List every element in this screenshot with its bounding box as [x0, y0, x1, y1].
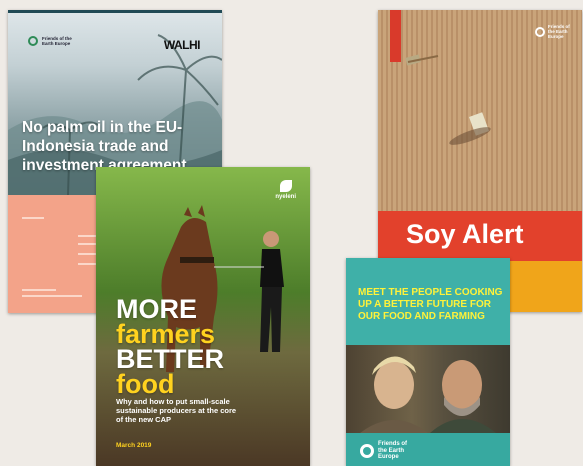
text-line: [22, 289, 56, 291]
text-line: [22, 295, 82, 297]
publication-date: March 2019: [116, 442, 152, 449]
red-title-band: Soy Alert: [378, 211, 582, 261]
foe-ring-icon: [28, 36, 38, 46]
foe-logo-text: Friends of the Earth Europe: [548, 24, 570, 39]
foe-ring-icon: [360, 443, 374, 458]
nyeleni-logo: nyeleni: [275, 180, 296, 200]
tractor-illustration: [405, 54, 491, 145]
people-portrait-illustration: [360, 356, 496, 433]
friends-of-the-earth-logo: Friends of the Earth Europe: [535, 24, 574, 39]
meet-the-people-report-cover[interactable]: MEET THE PEOPLE COOKING UP A BETTER FUTU…: [346, 258, 510, 466]
nyeleni-logo-text: nyeleni: [275, 194, 296, 200]
friends-of-the-earth-logo: Friends of the Earth Europe: [28, 36, 72, 46]
red-tab: [390, 10, 401, 62]
friends-of-the-earth-logo: Friends of the Earth Europe: [360, 441, 416, 461]
two-people-photo: [346, 345, 510, 433]
walhi-logo: WALHI: [163, 38, 201, 52]
more-farmers-title: MORE farmers BETTER food: [116, 296, 224, 399]
title-line-food: food: [116, 369, 175, 399]
text-line: [22, 217, 44, 219]
top-bar: [8, 10, 222, 13]
soy-alert-title: Soy Alert: [406, 219, 524, 249]
foe-ring-icon: [535, 26, 545, 37]
foe-logo-text: Friends of the Earth Europe: [42, 36, 72, 46]
more-farmers-report-cover[interactable]: nyeleni MORE farmers BETTER food Why and…: [96, 167, 310, 466]
more-farmers-subtitle: Why and how to put small-scale sustainab…: [116, 397, 237, 424]
foe-logo-text: Friends of the Earth Europe: [378, 441, 408, 460]
field-aerial-photo: [378, 10, 582, 211]
meet-the-people-title: MEET THE PEOPLE COOKING UP A BETTER FUTU…: [358, 287, 503, 322]
teal-footer: Friends of the Earth Europe: [346, 433, 510, 466]
leaf-icon: [279, 180, 292, 192]
teal-title-panel: MEET THE PEOPLE COOKING UP A BETTER FUTU…: [346, 258, 510, 345]
